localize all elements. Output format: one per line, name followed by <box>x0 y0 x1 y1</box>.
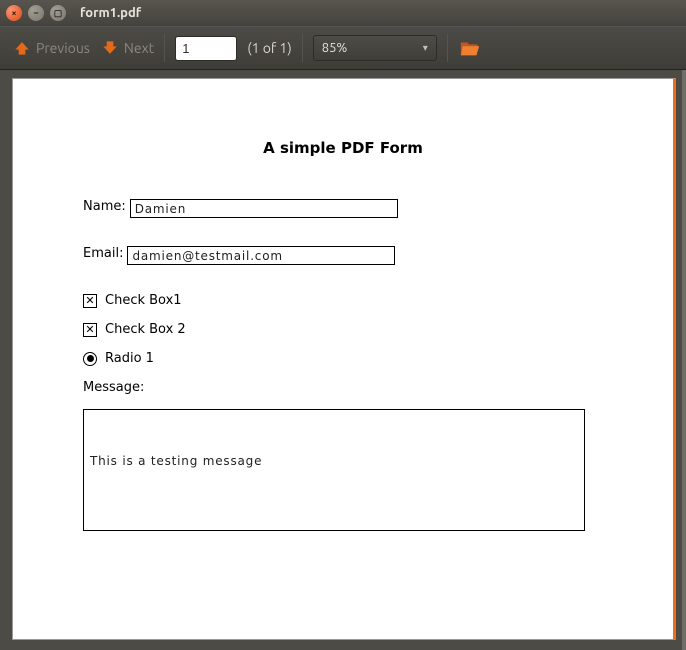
window-title: form1.pdf <box>80 6 141 20</box>
document-viewport[interactable]: A simple PDF Form Name: Email: ✕ Check B… <box>0 70 686 650</box>
radio1-label: Radio 1 <box>105 351 154 366</box>
separator <box>447 34 448 62</box>
page-number-input[interactable] <box>175 36 237 61</box>
zoom-select[interactable]: 85% ▾ <box>313 35 437 61</box>
previous-button[interactable]: Previous <box>12 38 90 58</box>
folder-open-icon <box>458 37 482 59</box>
close-icon[interactable]: × <box>6 5 22 21</box>
next-label: Next <box>124 40 154 56</box>
separator <box>164 34 165 62</box>
arrow-up-icon <box>12 38 32 58</box>
form-title: A simple PDF Form <box>83 139 603 157</box>
name-input[interactable] <box>130 199 398 218</box>
previous-label: Previous <box>36 40 90 56</box>
page-count-label: (1 of 1) <box>247 40 292 56</box>
separator <box>302 34 303 62</box>
radio1-row: Radio 1 <box>83 351 603 366</box>
arrow-down-icon <box>100 38 120 58</box>
checkbox2-row: ✕ Check Box 2 <box>83 322 603 337</box>
checkbox1-row: ✕ Check Box1 <box>83 293 603 308</box>
titlebar[interactable]: × – ▢ form1.pdf <box>0 0 686 26</box>
name-field-row: Name: <box>83 199 603 218</box>
message-label: Message: <box>83 380 603 395</box>
zoom-value: 85% <box>322 41 348 55</box>
minimize-icon[interactable]: – <box>28 5 44 21</box>
app-window: × – ▢ form1.pdf Previous Next (1 of 1) 8… <box>0 0 686 650</box>
open-file-button[interactable] <box>458 37 482 59</box>
vertical-scrollbar[interactable] <box>682 70 686 650</box>
checkbox1[interactable]: ✕ <box>83 294 97 308</box>
checkbox1-label: Check Box1 <box>105 293 182 308</box>
checkbox2[interactable]: ✕ <box>83 323 97 337</box>
message-textarea[interactable] <box>83 409 585 531</box>
maximize-icon[interactable]: ▢ <box>50 5 66 21</box>
next-button[interactable]: Next <box>100 38 154 58</box>
checkbox2-label: Check Box 2 <box>105 322 186 337</box>
radio-dot-icon <box>87 355 94 362</box>
chevron-down-icon: ▾ <box>423 42 428 54</box>
email-label: Email: <box>83 246 123 261</box>
pdf-page: A simple PDF Form Name: Email: ✕ Check B… <box>12 78 676 640</box>
toolbar: Previous Next (1 of 1) 85% ▾ <box>0 26 686 70</box>
name-label: Name: <box>83 199 126 214</box>
radio1[interactable] <box>83 352 97 366</box>
email-field-row: Email: <box>83 246 603 265</box>
email-input[interactable] <box>127 246 395 265</box>
